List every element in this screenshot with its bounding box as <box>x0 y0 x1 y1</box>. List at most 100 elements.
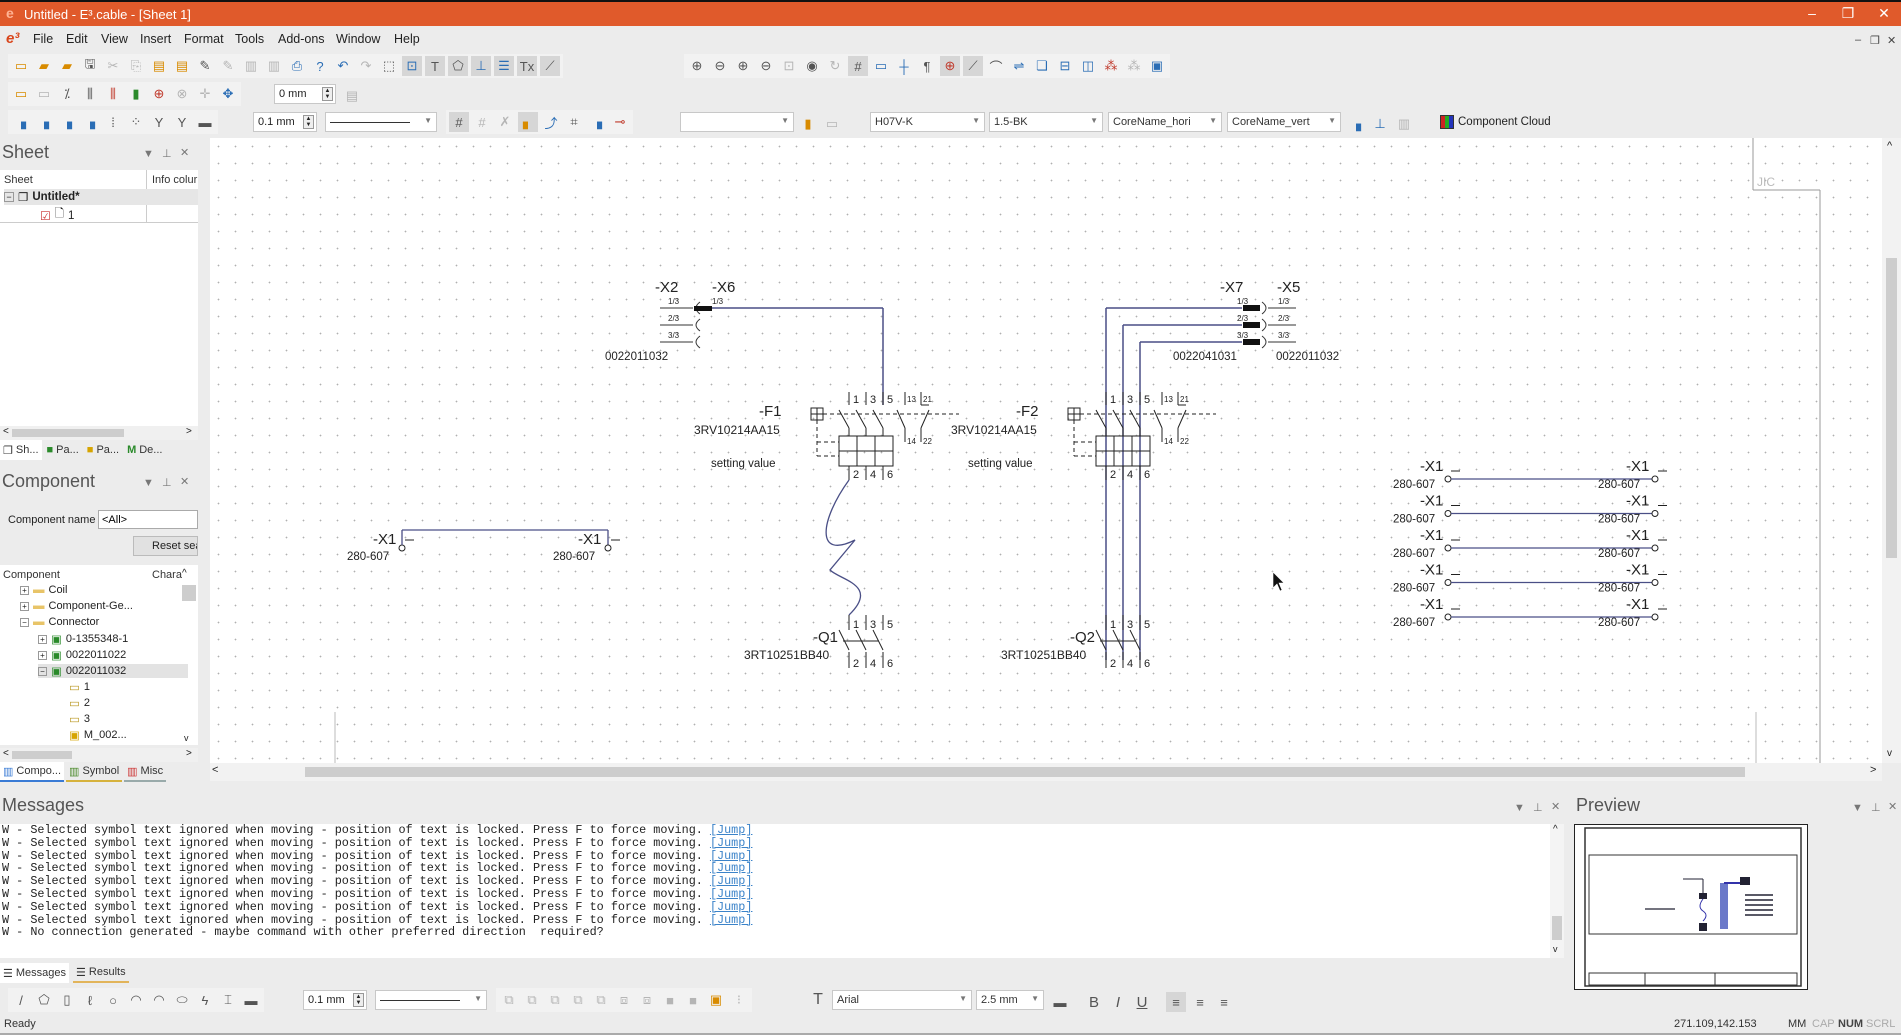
print-preview-icon[interactable]: ▥ <box>264 56 284 76</box>
copy-icon[interactable]: ⎘ <box>126 56 146 76</box>
collapse-icon[interactable]: − <box>38 666 47 676</box>
messages-list[interactable]: W - Selected symbol text ignored when mo… <box>0 824 1558 958</box>
core-name-vert-combo[interactable]: CoreName_vert ▼ <box>1227 112 1341 132</box>
scroll-down-icon[interactable]: v <box>184 733 189 743</box>
zoom-plus-icon[interactable]: ⊕ <box>733 56 753 76</box>
target-icon[interactable]: ⊕ <box>940 56 960 76</box>
route-icon[interactable]: ⤴ <box>541 112 561 132</box>
preview-thumbnail[interactable] <box>1574 824 1808 990</box>
panel-menu-icon[interactable]: ▼ <box>143 148 154 160</box>
panel-menu-icon[interactable]: ▼ <box>143 477 154 489</box>
wire-color-combo[interactable]: 1.5-BK ▼ <box>989 112 1103 132</box>
zoom-in-icon[interactable]: ⊕ <box>687 56 707 76</box>
tab-parts-2[interactable]: ■ Pa... <box>83 440 123 460</box>
tree-item[interactable]: ▭ 2 <box>56 696 90 710</box>
paste-format-icon[interactable]: ▥ <box>241 56 261 76</box>
bold-button[interactable]: B <box>1084 992 1104 1012</box>
line-tool-icon[interactable]: / <box>11 990 31 1010</box>
pin-select-icon[interactable]: ▖ <box>518 112 538 132</box>
tab-sheets[interactable]: ❐ Sh... <box>0 440 42 460</box>
generic-combo[interactable]: ▼ <box>680 112 794 132</box>
sheet-tree[interactable]: Sheet Info colur − ❐ Untitled* ☑ 🗋 1 <box>0 170 198 426</box>
paste-special-icon[interactable]: ▤ <box>172 56 192 76</box>
tab-devices[interactable]: M De... <box>124 440 166 460</box>
zoom-view-icon[interactable]: ◉ <box>802 56 822 76</box>
scroll-right-icon[interactable]: > <box>186 426 192 437</box>
expand-icon[interactable]: + <box>20 601 29 611</box>
align-center-icon[interactable]: ≡ <box>1190 992 1210 1012</box>
arrange-more-icon[interactable]: ⁝ <box>729 990 749 1010</box>
tab-symbol[interactable]: ▥ Symbol <box>66 762 123 782</box>
distribute-icon[interactable]: ☰ <box>494 56 514 76</box>
component-name-input[interactable] <box>98 510 198 529</box>
draw-color-icon[interactable]: ▬ <box>241 990 261 1010</box>
tab-components[interactable]: ▥ Compo... <box>0 762 65 782</box>
vscroll-thumb[interactable] <box>1886 258 1897 558</box>
bundle-icon[interactable]: ▗ <box>587 112 607 132</box>
component-hscroll[interactable]: < > <box>0 748 198 762</box>
tab-messages[interactable]: ☰ Messages <box>0 963 70 983</box>
core-table-icon[interactable]: ▥ <box>1394 114 1414 134</box>
tree-item[interactable]: ▣ M_002... <box>56 728 127 742</box>
layers-icon[interactable]: ❏ <box>1032 56 1052 76</box>
canvas-vscroll[interactable]: ^ v <box>1882 138 1901 763</box>
arrange-1-icon[interactable]: ⧉ <box>499 990 519 1010</box>
open-project-icon[interactable]: ▰ <box>57 56 77 76</box>
sheet-hscroll[interactable]: < > <box>0 426 198 440</box>
format-painter-2-icon[interactable]: ✎ <box>218 56 238 76</box>
panel-close-icon[interactable]: ✕ <box>180 475 189 488</box>
menu-help[interactable]: Help <box>394 32 420 46</box>
font-combo[interactable]: Arial ▼ <box>832 990 972 1010</box>
component-tree[interactable]: Component Chara ^ v + ▬ Coil + ▬ Component-Ge… <box>0 565 198 745</box>
text-tx-icon[interactable]: Tx <box>517 56 537 76</box>
component-cloud-button[interactable]: Component Cloud <box>1440 112 1551 132</box>
group-edit-icon[interactable]: ▣ <box>706 990 726 1010</box>
new-sheet-icon[interactable]: ▭ <box>11 84 31 104</box>
hscroll-thumb[interactable] <box>305 767 1745 777</box>
device-icon[interactable]: ⫼ <box>80 84 100 104</box>
text-pos-1-icon[interactable]: ▗ <box>11 112 31 132</box>
polygon-tool-icon[interactable]: ⬠ <box>34 990 54 1010</box>
connect-line-icon[interactable]: ⟋ <box>540 56 560 76</box>
offset-spinner[interactable]: 0 mm ▲ ▼ <box>274 84 336 104</box>
zoom-minus-icon[interactable]: ⊖ <box>756 56 776 76</box>
font-size-combo[interactable]: 2.5 mm ▼ <box>976 990 1044 1010</box>
messages-vscroll[interactable]: ^ v <box>1550 824 1564 958</box>
polygon-tool-icon[interactable]: ⬠ <box>448 56 468 76</box>
pin-icon[interactable]: ⊥ <box>162 476 172 489</box>
scroll-left-icon[interactable]: < <box>3 426 9 437</box>
circle-tool-icon[interactable]: ○ <box>103 990 123 1010</box>
move-icon[interactable]: ✛ <box>195 84 215 104</box>
split-horizontal-icon[interactable]: ⊟ <box>1055 56 1075 76</box>
menu-edit[interactable]: Edit <box>66 32 88 46</box>
pin-icon[interactable]: ⊥ <box>162 147 172 160</box>
menu-window[interactable]: Window <box>336 32 380 46</box>
open-folder-icon[interactable]: ▰ <box>34 56 54 76</box>
scroll-thumb[interactable] <box>12 751 72 759</box>
mdi-close-button[interactable]: ✕ <box>1887 34 1896 47</box>
menu-addons[interactable]: Add-ons <box>278 32 325 46</box>
wire-hash-2-icon[interactable]: # <box>472 112 492 132</box>
group-4-icon[interactable]: ■ <box>683 990 703 1010</box>
collapse-icon[interactable]: − <box>4 192 14 202</box>
spin-buttons[interactable]: ▲ ▼ <box>322 87 333 101</box>
fork-2-icon[interactable]: Y <box>172 112 192 132</box>
cancel-icon[interactable]: ⊗ <box>172 84 192 104</box>
grid-icon[interactable]: # <box>848 56 868 76</box>
save-icon[interactable]: 🖫 <box>80 56 100 76</box>
underline-button[interactable]: U <box>1132 992 1152 1012</box>
connect-diag-icon[interactable]: ⟋ <box>963 56 983 76</box>
rectangle-tool-icon[interactable]: ▯ <box>57 990 77 1010</box>
tree-item[interactable]: − ▣ 0022011032 <box>38 664 188 678</box>
scroll-down-icon[interactable]: v <box>1553 944 1558 954</box>
arc-2-tool-icon[interactable]: ◠ <box>149 990 169 1010</box>
collapse-icon[interactable]: − <box>20 617 29 627</box>
expand-icon[interactable]: + <box>20 585 29 595</box>
tree-item[interactable]: ▭ 3 <box>56 712 90 726</box>
help-icon[interactable]: ? <box>310 56 330 76</box>
group-1-icon[interactable]: ⧈ <box>614 990 634 1010</box>
spin-buttons[interactable]: ▲ ▼ <box>303 115 314 129</box>
italic-button[interactable]: I <box>1108 992 1128 1012</box>
panel-close-icon[interactable]: ✕ <box>1888 800 1897 813</box>
pins-horizontal-icon[interactable]: ⁘ <box>126 112 146 132</box>
